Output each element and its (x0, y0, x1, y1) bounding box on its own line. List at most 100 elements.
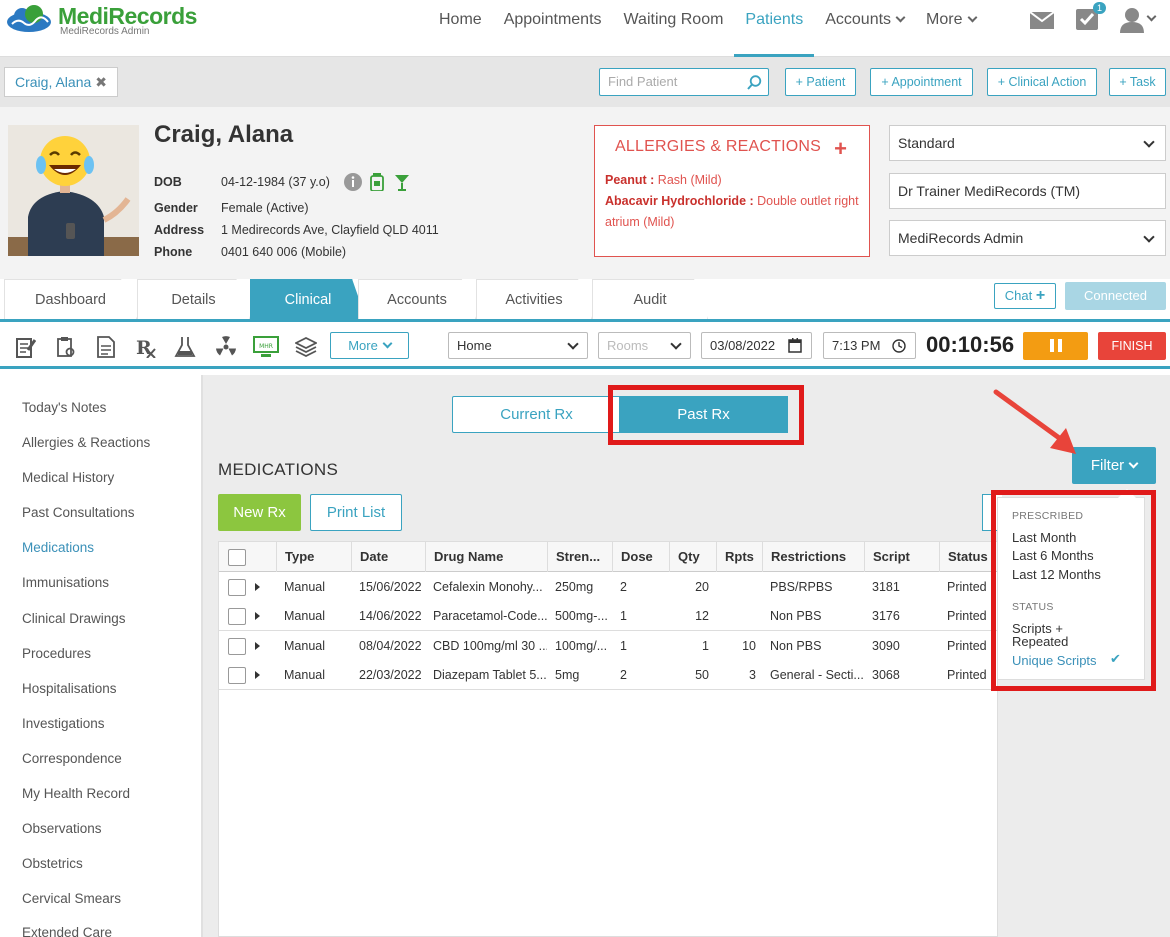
sidebar-item-hospitalisations[interactable]: Hospitalisations (22, 681, 117, 696)
location-select[interactable]: Home (448, 332, 588, 359)
more-tools-button[interactable]: More (330, 332, 409, 359)
row-checkbox[interactable] (228, 579, 246, 596)
add-appointment-button[interactable]: + Appointment (870, 68, 973, 96)
mail-icon[interactable] (1030, 10, 1054, 30)
clinical-sidebar: Today's Notes Allergies & Reactions Medi… (4, 375, 202, 937)
nav-accounts[interactable]: Accounts (814, 0, 915, 57)
notes-icon[interactable] (6, 334, 46, 360)
sidebar-item-medical-history[interactable]: Medical History (22, 470, 114, 485)
col-rpts[interactable]: Rpts (716, 542, 762, 572)
clock-icon[interactable] (892, 339, 906, 353)
sidebar-item-clinical-drawings[interactable]: Clinical Drawings (22, 611, 126, 626)
sidebar-item-past-consultations[interactable]: Past Consultations (22, 505, 135, 520)
row-checkbox[interactable] (228, 638, 246, 655)
app-logo[interactable]: MediRecords MediRecords Admin (4, 4, 197, 37)
user-menu[interactable] (1120, 7, 1157, 33)
add-clinical-action-button[interactable]: + Clinical Action (987, 68, 1097, 96)
sidebar-item-investigations[interactable]: Investigations (22, 716, 105, 731)
chat-button[interactable]: Chat + (994, 283, 1056, 309)
rooms-select[interactable]: Rooms (598, 332, 691, 359)
expand-arrow-icon[interactable] (255, 583, 260, 591)
col-restrictions[interactable]: Restrictions (762, 542, 864, 572)
tab-audit[interactable]: Audit (592, 279, 708, 319)
mode-select[interactable]: Standard (889, 125, 1166, 161)
doctor-field[interactable]: Dr Trainer MediRecords (TM) (889, 173, 1166, 209)
date-input[interactable]: 03/08/2022 (701, 332, 812, 359)
table-row[interactable]: Manual 08/04/2022 CBD 100mg/ml 30 ... 10… (219, 631, 997, 661)
sidebar-item-extended-care[interactable]: Extended Care (22, 925, 112, 937)
mhr-icon[interactable]: MHR (246, 334, 286, 360)
cloud-logo-icon (7, 5, 51, 32)
expand-arrow-icon[interactable] (255, 612, 260, 620)
sidebar-item-immunisations[interactable]: Immunisations (22, 575, 109, 590)
col-dose[interactable]: Dose (612, 542, 669, 572)
row-checkbox[interactable] (228, 667, 246, 684)
col-type[interactable]: Type (276, 542, 351, 572)
sidebar-item-my-health-record[interactable]: My Health Record (22, 786, 130, 801)
nav-patients[interactable]: Patients (734, 0, 815, 57)
nav-more[interactable]: More (915, 0, 986, 57)
pause-button[interactable] (1023, 332, 1088, 360)
print-list-button[interactable]: Print List (310, 494, 402, 531)
medicine-bottle-icon[interactable] (369, 173, 384, 191)
find-patient-input[interactable]: Find Patient (599, 68, 769, 96)
table-row[interactable]: Manual 14/06/2022 Paracetamol-Code... 50… (219, 601, 997, 631)
search-icon[interactable] (747, 75, 762, 90)
add-allergy-icon[interactable]: + (834, 136, 847, 162)
info-icon[interactable] (343, 173, 362, 191)
col-date[interactable]: Date (351, 542, 425, 572)
col-drug-name[interactable]: Drug Name (425, 542, 547, 572)
new-rx-button[interactable]: New Rx (218, 494, 301, 531)
nav-waiting-room[interactable]: Waiting Room (613, 0, 735, 57)
sidebar-item-obstetrics[interactable]: Obstetrics (22, 856, 83, 871)
open-patient-tab[interactable]: Craig, Alana ✖ (4, 67, 119, 97)
allergy-name: Peanut (605, 173, 647, 187)
nav-appointments[interactable]: Appointments (493, 0, 613, 57)
sidebar-item-cervical-smears[interactable]: Cervical Smears (22, 891, 121, 906)
stack-icon[interactable] (286, 334, 326, 360)
allergy-item[interactable]: Abacavir Hydrochloride : Double outlet r… (605, 191, 859, 233)
tab-dashboard[interactable]: Dashboard (4, 279, 137, 319)
close-icon[interactable]: ✖ (95, 74, 107, 90)
sidebar-item-allergies[interactable]: Allergies & Reactions (22, 435, 150, 450)
sidebar-item-medications[interactable]: Medications (22, 540, 94, 555)
nav-home[interactable]: Home (428, 0, 493, 57)
tab-activities[interactable]: Activities (476, 279, 592, 319)
sidebar-item-procedures[interactable]: Procedures (22, 646, 91, 661)
cocktail-glass-icon[interactable] (394, 173, 410, 191)
sidebar-item-correspondence[interactable]: Correspondence (22, 751, 122, 766)
chevron-down-icon (1128, 458, 1139, 469)
cell-drug: Diazepam Tablet 5... (433, 668, 547, 682)
clipboard-icon[interactable] (46, 334, 86, 360)
col-status[interactable]: Status (939, 542, 997, 572)
expand-arrow-icon[interactable] (255, 671, 260, 679)
row-checkbox[interactable] (228, 608, 246, 625)
document-icon[interactable] (86, 334, 126, 360)
allergy-item[interactable]: Peanut : Rash (Mild) (605, 170, 859, 191)
expand-arrow-icon[interactable] (255, 642, 260, 650)
sidebar-item-observations[interactable]: Observations (22, 821, 102, 836)
col-strength[interactable]: Stren... (547, 542, 612, 572)
table-header: Type Date Drug Name Stren... Dose Qty Rp… (219, 542, 997, 572)
current-rx-toggle[interactable]: Current Rx (452, 396, 621, 433)
table-row[interactable]: Manual 15/06/2022 Cefalexin Monohy... 25… (219, 572, 997, 602)
table-row[interactable]: Manual 22/03/2022 Diazepam Tablet 5... 5… (219, 660, 997, 690)
sidebar-item-todays-notes[interactable]: Today's Notes (22, 400, 106, 415)
lab-icon[interactable] (166, 334, 206, 360)
radiation-icon[interactable] (206, 334, 246, 360)
allergies-title: ALLERGIES & REACTIONS (615, 138, 822, 155)
col-qty[interactable]: Qty (669, 542, 716, 572)
select-all-checkbox[interactable] (228, 549, 246, 566)
rx-icon[interactable]: R (126, 334, 166, 360)
tab-accounts[interactable]: Accounts (358, 279, 476, 319)
calendar-icon[interactable] (788, 338, 802, 353)
col-script[interactable]: Script (864, 542, 939, 572)
tab-details[interactable]: Details (137, 279, 250, 319)
finish-button[interactable]: FINISH (1098, 332, 1166, 360)
add-patient-button[interactable]: + Patient (785, 68, 856, 96)
add-task-button[interactable]: + Task (1109, 68, 1166, 96)
tab-clinical[interactable]: Clinical (250, 279, 366, 319)
tasks-button[interactable]: 1 (1076, 2, 1106, 33)
time-input[interactable]: 7:13 PM (823, 332, 916, 359)
practice-select[interactable]: MediRecords Admin (889, 220, 1166, 256)
